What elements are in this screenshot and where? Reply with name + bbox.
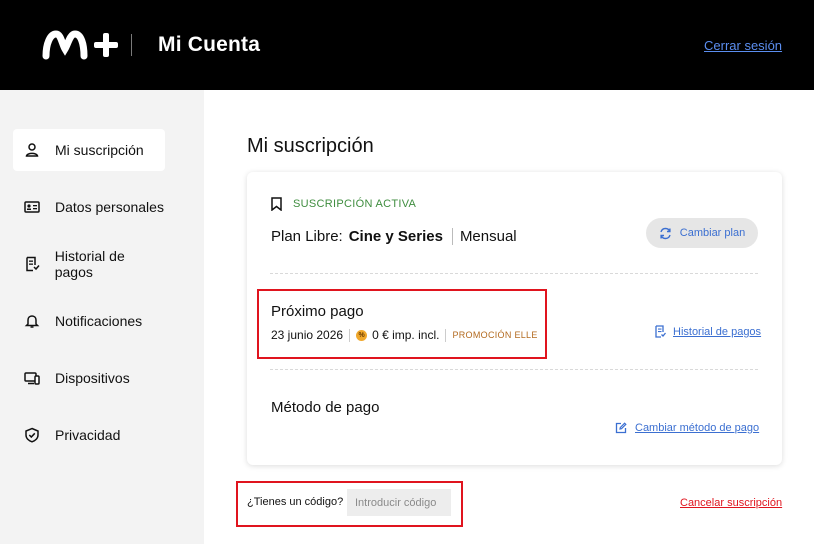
divider xyxy=(270,369,758,370)
sidebar-item-payment-history[interactable]: Historial de pagos xyxy=(13,243,165,285)
bookmark-icon xyxy=(271,197,282,211)
change-plan-button[interactable]: Cambiar plan xyxy=(646,218,758,248)
payment-history-label: Historial de pagos xyxy=(673,325,762,338)
brand-title: Mi Cuenta xyxy=(158,33,261,56)
next-payment-highlight xyxy=(257,289,547,359)
edit-icon xyxy=(615,422,627,434)
logo-divider xyxy=(131,34,132,56)
next-payment-title: Próximo pago xyxy=(271,303,364,320)
coin-icon: % xyxy=(356,329,368,341)
plan-divider xyxy=(451,228,453,245)
payment-history-link[interactable]: Historial de pagos xyxy=(654,325,761,338)
sidebar-item-label: Mi suscripción xyxy=(55,142,144,158)
sidebar-item-privacy[interactable]: Privacidad xyxy=(13,414,165,456)
sidebar-item-devices[interactable]: Dispositivos xyxy=(13,357,165,399)
next-payment-detail: 23 junio 2026 % 0 € imp. incl. PROMOCIÓN… xyxy=(271,328,538,342)
promo-code-input[interactable] xyxy=(347,489,451,516)
top-header: Mi Cuenta Cerrar sesión xyxy=(0,0,814,90)
receipt-icon xyxy=(23,255,41,273)
sidebar: Mi suscripción Datos personales Historia… xyxy=(0,90,204,544)
sidebar-item-personal-data[interactable]: Datos personales xyxy=(13,186,165,228)
cancel-subscription-link[interactable]: Cancelar suscripción xyxy=(680,497,782,509)
subscription-card: SUSCRIPCIÓN ACTIVA Plan Libre: Cine y Se… xyxy=(247,172,782,465)
plan-prefix: Plan Libre: xyxy=(271,228,343,245)
subscription-status: SUSCRIPCIÓN ACTIVA xyxy=(270,197,416,211)
sidebar-item-label: Datos personales xyxy=(55,199,164,215)
next-payment-amount: 0 € imp. incl. xyxy=(372,328,440,342)
change-payment-method-link[interactable]: Cambiar método de pago xyxy=(615,422,759,434)
promo-code-label: ¿Tienes un código? xyxy=(247,496,344,508)
plan-name: Cine y Series xyxy=(348,228,443,245)
main-content: Mi suscripción SUSCRIPCIÓN ACTIVA Plan L… xyxy=(204,90,814,544)
sidebar-item-label: Notificaciones xyxy=(55,313,143,329)
id-card-icon xyxy=(23,198,41,216)
payment-method-title: Método de pago xyxy=(271,399,380,416)
promo-badge: PROMOCIÓN ELLE xyxy=(452,330,538,340)
refresh-icon xyxy=(660,227,671,239)
sidebar-item-label: Privacidad xyxy=(55,427,121,443)
devices-icon xyxy=(23,369,41,387)
sidebar-item-notifications[interactable]: Notificaciones xyxy=(13,300,165,342)
plan-info: Plan Libre: Cine y Series Mensual xyxy=(271,228,517,245)
status-badge: SUSCRIPCIÓN ACTIVA xyxy=(293,198,417,210)
next-payment-date: 23 junio 2026 xyxy=(271,328,344,342)
shield-icon xyxy=(23,426,41,444)
receipt-icon xyxy=(655,325,666,338)
change-plan-label: Cambiar plan xyxy=(679,227,746,239)
bell-icon xyxy=(23,312,41,330)
sidebar-item-subscription[interactable]: Mi suscripción xyxy=(13,129,165,171)
divider xyxy=(270,273,758,274)
detail-divider xyxy=(349,328,351,342)
movistar-plus-logo xyxy=(42,30,118,60)
plan-billing: Mensual xyxy=(459,228,517,245)
logout-link[interactable]: Cerrar sesión xyxy=(704,38,782,53)
detail-divider xyxy=(445,328,447,342)
sidebar-item-label: Dispositivos xyxy=(55,370,130,386)
user-icon xyxy=(23,141,41,159)
sidebar-item-label: Historial de pagos xyxy=(54,248,125,280)
page-title: Mi suscripción xyxy=(247,135,374,157)
change-payment-method-label: Cambiar método de pago xyxy=(635,422,760,434)
